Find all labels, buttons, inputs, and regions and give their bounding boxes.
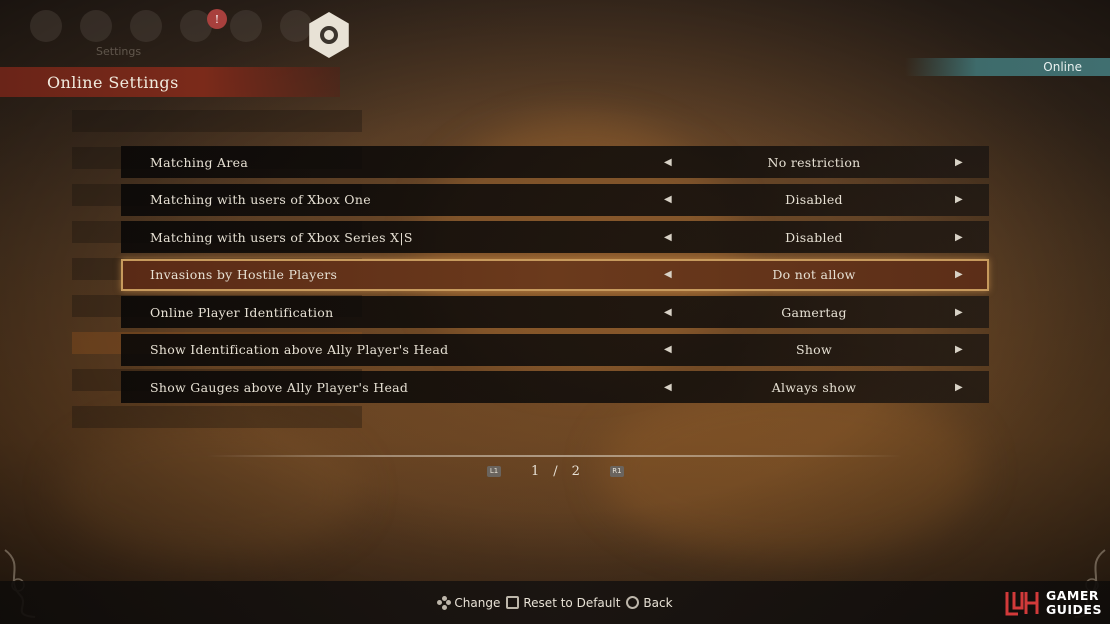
reset-hint[interactable]: Reset to Default	[506, 596, 620, 610]
menu-icon[interactable]	[30, 10, 62, 42]
category-item	[72, 110, 362, 132]
arrow-left-icon[interactable]: ◀	[664, 382, 672, 393]
menu-icon[interactable]	[280, 10, 312, 42]
circle-button-icon	[626, 596, 640, 609]
gamer-guides-logo-icon	[1005, 591, 1039, 615]
logo-text: GAMER GUIDES	[1046, 587, 1102, 617]
settings-tab-active[interactable]	[309, 12, 349, 58]
dpad-icon	[437, 595, 452, 610]
setting-label: Online Player Identification	[150, 304, 334, 320]
page-title: Online Settings	[47, 72, 179, 92]
pagination-divider	[207, 455, 902, 457]
setting-value: Disabled	[785, 192, 843, 207]
arrow-left-icon[interactable]: ◀	[664, 157, 672, 168]
setting-row-matching-area[interactable]: Matching Area ◀ No restriction ▶	[121, 146, 989, 178]
arrow-left-icon[interactable]: ◀	[664, 307, 672, 318]
reset-label: Reset to Default	[523, 595, 621, 610]
setting-row-xbox-one[interactable]: Matching with users of Xbox One ◀ Disabl…	[121, 183, 989, 216]
current-page: 1	[531, 463, 540, 479]
change-hint[interactable]: Change	[437, 595, 501, 610]
arrow-right-icon[interactable]: ▶	[955, 157, 963, 168]
arrow-right-icon[interactable]: ▶	[955, 232, 963, 243]
gear-icon	[320, 26, 338, 44]
setting-row-show-gauges[interactable]: Show Gauges above Ally Player's Head ◀ A…	[121, 371, 989, 403]
logo-line-1: GAMER	[1046, 587, 1100, 603]
arrow-left-icon[interactable]: ◀	[664, 269, 672, 280]
setting-label: Show Gauges above Ally Player's Head	[150, 379, 409, 395]
online-status-tag: Online	[905, 58, 1110, 76]
square-button-icon	[506, 596, 520, 609]
arrow-right-icon[interactable]: ▶	[955, 382, 963, 393]
setting-value: Always show	[771, 379, 857, 395]
change-label: Change	[454, 595, 501, 610]
arrow-right-icon[interactable]: ▶	[955, 194, 963, 205]
setting-label: Matching with users of Xbox Series X|S	[150, 229, 413, 245]
faded-tab-label: Settings	[96, 45, 142, 58]
setting-value: Gamertag	[781, 304, 847, 320]
back-label: Back	[643, 595, 673, 610]
setting-row-invasions[interactable]: Invasions by Hostile Players ◀ Do not al…	[121, 258, 989, 291]
notification-badge: !	[207, 9, 227, 29]
page-separator: /	[553, 463, 558, 479]
menu-icon[interactable]	[80, 10, 112, 42]
page-title-banner: Online Settings	[0, 67, 340, 97]
setting-row-xbox-series[interactable]: Matching with users of Xbox Series X|S ◀…	[121, 221, 989, 253]
setting-value: Show	[795, 342, 833, 357]
setting-value: Do not allow	[772, 267, 856, 282]
watermark-logo: GAMER GUIDES	[1002, 581, 1110, 624]
category-item	[72, 406, 362, 428]
setting-value: No restriction	[767, 154, 861, 170]
pagination: L1 1 / 2 R1	[487, 462, 627, 480]
prev-page-button[interactable]: L1	[487, 465, 501, 477]
controls-bar: Change Reset to Default Back	[0, 581, 1110, 624]
top-menu-icons	[30, 10, 312, 42]
menu-icon[interactable]	[230, 10, 262, 42]
setting-row-player-identification[interactable]: Online Player Identification ◀ Gamertag …	[121, 296, 989, 328]
arrow-right-icon[interactable]: ▶	[955, 269, 963, 280]
settings-list: Matching Area ◀ No restriction ▶ Matchin…	[121, 146, 989, 409]
logo-line-2: GUIDES	[1046, 601, 1102, 617]
arrow-right-icon[interactable]: ▶	[955, 344, 963, 355]
arrow-left-icon[interactable]: ◀	[664, 194, 672, 205]
setting-value: Disabled	[785, 229, 843, 245]
menu-icon[interactable]	[130, 10, 162, 42]
next-page-button[interactable]: R1	[609, 465, 624, 477]
setting-label: Matching Area	[150, 154, 249, 170]
total-pages: 2	[571, 463, 580, 479]
arrow-right-icon[interactable]: ▶	[955, 307, 963, 318]
setting-label: Show Identification above Ally Player's …	[150, 342, 449, 357]
setting-label: Invasions by Hostile Players	[150, 267, 338, 282]
online-status-label: Online	[1043, 60, 1082, 74]
setting-label: Matching with users of Xbox One	[150, 192, 371, 207]
back-hint[interactable]: Back	[626, 595, 673, 610]
arrow-left-icon[interactable]: ◀	[664, 344, 672, 355]
arrow-left-icon[interactable]: ◀	[664, 232, 672, 243]
setting-row-show-identification[interactable]: Show Identification above Ally Player's …	[121, 333, 989, 366]
